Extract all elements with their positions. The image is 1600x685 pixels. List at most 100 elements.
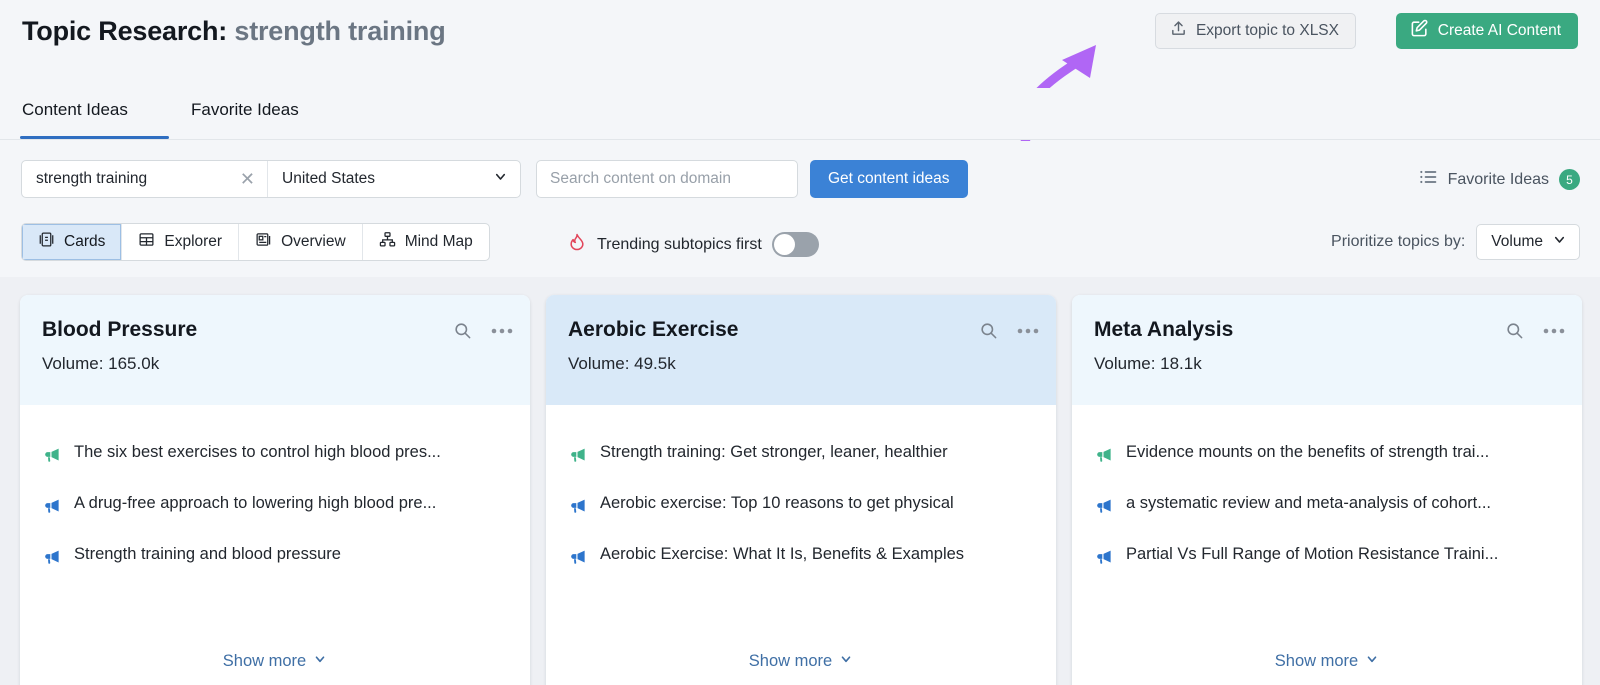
show-more-button[interactable]: Show more (546, 652, 1056, 671)
idea-item[interactable]: Aerobic exercise: Top 10 reasons to get … (568, 494, 1036, 520)
topic-card-body: Strength training: Get stronger, leaner,… (546, 405, 1056, 571)
more-horizontal-icon[interactable] (1017, 327, 1039, 335)
idea-item[interactable]: Evidence mounts on the benefits of stren… (1094, 443, 1562, 469)
trending-subtopics-toggle-group: Trending subtopics first (567, 232, 819, 257)
country-select[interactable]: United States (268, 161, 520, 197)
megaphone-icon (568, 445, 587, 469)
topic-card-actions (1505, 321, 1565, 340)
trending-subtopics-label: Trending subtopics first (597, 235, 762, 253)
megaphone-icon (1094, 496, 1113, 520)
view-mode-mind-map-label: Mind Map (404, 233, 473, 250)
more-horizontal-icon[interactable] (491, 327, 513, 335)
favorite-ideas-count-badge: 5 (1559, 169, 1580, 190)
chevron-down-icon (1552, 232, 1567, 252)
export-topic-button[interactable]: Export topic to XLSX (1154, 13, 1356, 49)
view-mode-explorer[interactable]: Explorer (122, 224, 240, 260)
create-ai-content-button[interactable]: Create AI Content (1395, 13, 1578, 49)
view-mode-cards-label: Cards (64, 233, 106, 250)
prioritize-label: Prioritize topics by: (1331, 233, 1466, 250)
topic-card-body: The six best exercises to control high b… (20, 405, 530, 571)
show-more-button[interactable]: Show more (20, 652, 530, 671)
table-view-icon (138, 231, 155, 253)
topic-card-volume: Volume: 165.0k (42, 354, 160, 374)
view-mode-mind-map[interactable]: Mind Map (363, 224, 489, 260)
keyword-field[interactable]: strength training ✕ (22, 161, 267, 197)
trending-subtopics-switch[interactable] (771, 232, 819, 257)
idea-text: a systematic review and meta-analysis of… (1126, 494, 1491, 512)
topic-card[interactable]: Meta Analysis Volume: 18.1k Evidence mou… (1072, 295, 1582, 685)
create-ai-content-label: Create AI Content (1437, 22, 1561, 39)
search-domain-input[interactable] (536, 160, 798, 198)
overview-view-icon (255, 231, 272, 253)
topic-card-title: Meta Analysis (1094, 318, 1234, 341)
idea-item[interactable]: Strength training and blood pressure (42, 545, 510, 571)
topic-card-title: Aerobic Exercise (568, 318, 739, 341)
keyword-value: strength training (36, 170, 148, 187)
idea-text: Partial Vs Full Range of Motion Resistan… (1126, 545, 1499, 563)
show-more-label: Show more (1274, 652, 1359, 670)
chevron-down-icon (1365, 652, 1379, 671)
megaphone-icon (42, 445, 61, 469)
topic-card-volume: Volume: 18.1k (1094, 354, 1202, 374)
idea-item[interactable]: The six best exercises to control high b… (42, 443, 510, 469)
topic-card-actions (979, 321, 1039, 340)
favorite-ideas-link[interactable]: Favorite Ideas 5 (1418, 167, 1580, 192)
idea-item[interactable]: Partial Vs Full Range of Motion Resistan… (1094, 545, 1562, 571)
topic-card[interactable]: Aerobic Exercise Volume: 49.5k Strength … (546, 295, 1056, 685)
list-icon (1418, 167, 1438, 192)
page-title-keyword: strength training (234, 16, 446, 46)
flame-icon (567, 232, 587, 257)
idea-text: Strength training and blood pressure (74, 545, 341, 563)
megaphone-icon (568, 547, 587, 571)
active-tab-indicator (20, 136, 169, 139)
topic-card-volume: Volume: 49.5k (568, 354, 676, 374)
search-icon[interactable] (979, 321, 998, 340)
topic-card-actions (453, 321, 513, 340)
topic-card-header: Meta Analysis Volume: 18.1k (1072, 295, 1582, 405)
search-icon[interactable] (1505, 321, 1524, 340)
tab-bar: Content Ideas Favorite Ideas (0, 88, 1600, 140)
country-value: United States (282, 170, 376, 187)
idea-item[interactable]: Strength training: Get stronger, leaner,… (568, 443, 1036, 469)
more-horizontal-icon[interactable] (1543, 327, 1565, 335)
view-mode-overview-label: Overview (281, 233, 346, 250)
edit-square-icon (1410, 19, 1429, 43)
megaphone-icon (42, 547, 61, 571)
topic-card[interactable]: Blood Pressure Volume: 165.0k The six be… (20, 295, 530, 685)
topic-cards-area: Blood Pressure Volume: 165.0k The six be… (0, 277, 1600, 685)
show-more-label: Show more (222, 652, 307, 670)
chevron-down-icon (313, 652, 327, 671)
mind-map-icon (379, 231, 396, 253)
view-mode-overview[interactable]: Overview (239, 224, 363, 260)
idea-text: A drug-free approach to lowering high bl… (74, 494, 437, 512)
idea-text: Aerobic exercise: Top 10 reasons to get … (600, 494, 954, 512)
get-content-ideas-button[interactable]: Get content ideas (810, 160, 968, 198)
search-icon[interactable] (453, 321, 472, 340)
megaphone-icon (1094, 547, 1113, 571)
page-title-prefix: Topic Research: (22, 16, 228, 46)
idea-text: Strength training: Get stronger, leaner,… (600, 443, 948, 461)
idea-item[interactable]: A drug-free approach to lowering high bl… (42, 494, 510, 520)
chevron-down-icon (839, 652, 853, 671)
close-icon[interactable]: ✕ (240, 170, 255, 188)
megaphone-icon (42, 496, 61, 520)
topic-card-body: Evidence mounts on the benefits of stren… (1072, 405, 1582, 571)
prioritize-select[interactable]: Volume (1476, 224, 1580, 260)
show-more-button[interactable]: Show more (1072, 652, 1582, 671)
topic-research-page: Topic Research: strength training Export… (0, 0, 1600, 685)
show-more-label: Show more (748, 652, 833, 670)
view-mode-cards[interactable]: Cards (22, 224, 123, 260)
tab-favorite-ideas[interactable]: Favorite Ideas (191, 100, 299, 120)
keyword-country-combo: strength training ✕ United States (21, 160, 521, 198)
export-topic-label: Export topic to XLSX (1195, 22, 1339, 39)
idea-text: Aerobic Exercise: What It Is, Benefits &… (600, 545, 965, 563)
switch-knob (773, 234, 795, 255)
idea-text: The six best exercises to control high b… (74, 443, 441, 461)
tab-content-ideas[interactable]: Content Ideas (22, 100, 128, 120)
view-options-row: Cards Explorer Overview Mind Map Trendin… (0, 213, 1600, 275)
idea-item[interactable]: a systematic review and meta-analysis of… (1094, 494, 1562, 520)
upload-icon (1170, 20, 1187, 42)
idea-item[interactable]: Aerobic Exercise: What It Is, Benefits &… (568, 545, 1036, 571)
page-header: Topic Research: strength training Export… (0, 0, 1600, 159)
megaphone-icon (568, 496, 587, 520)
